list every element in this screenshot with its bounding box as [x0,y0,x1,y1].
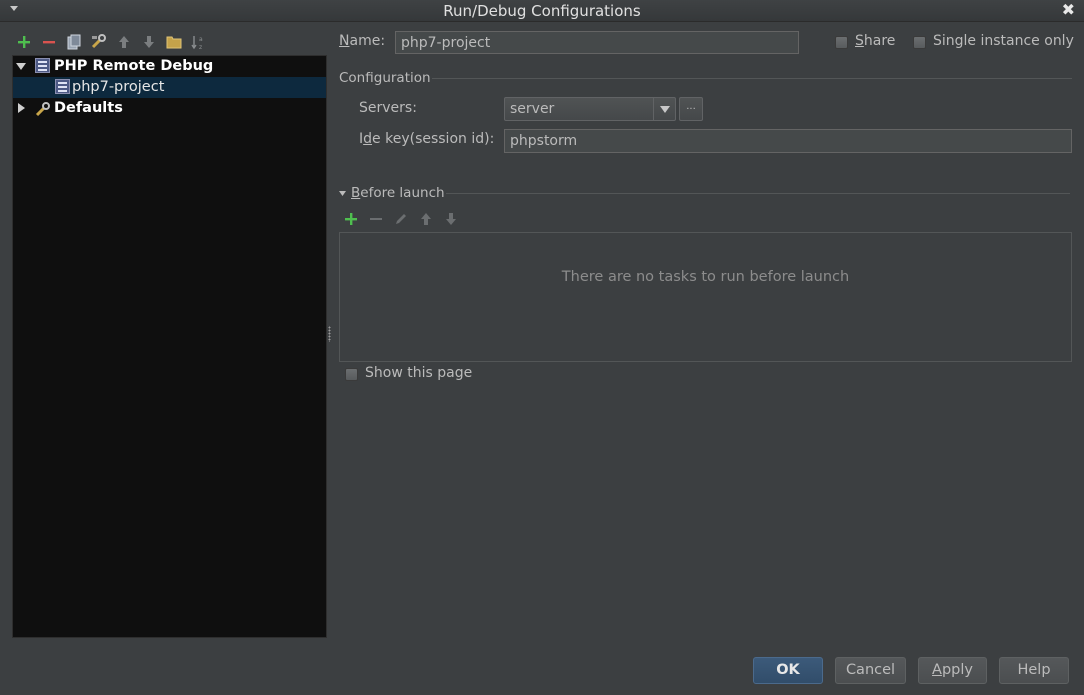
sort-alpha-icon[interactable]: az [190,33,208,51]
php-config-icon [55,79,70,94]
tree-item-label: php7-project [72,79,165,95]
wrench-icon [35,102,50,117]
share-checkbox[interactable] [835,36,848,49]
servers-value: server [510,101,555,117]
servers-label: Servers: [359,100,417,116]
tree-item-defaults[interactable]: Defaults [13,98,326,119]
tree-item-label: Defaults [54,100,123,116]
remove-icon[interactable] [40,33,58,51]
splitter-handle[interactable] [328,326,331,342]
edit-task-icon[interactable] [393,211,409,227]
name-label: Name: [339,33,386,49]
empty-task-message: There are no tasks to run before launch [561,269,850,285]
title-bar: Run/Debug Configurations ✖ [0,0,1084,22]
move-down-icon[interactable] [140,33,158,51]
tree-item-label: PHP Remote Debug [54,58,214,74]
share-label: Share [855,33,896,49]
ide-key-input[interactable] [504,129,1072,153]
tree-item-php-remote-debug[interactable]: PHP Remote Debug [13,56,326,77]
move-up-icon[interactable] [115,33,133,51]
expanded-icon[interactable] [16,63,26,70]
chevron-down-icon[interactable] [653,98,675,120]
edit-defaults-icon[interactable] [90,33,108,51]
apply-button[interactable]: Apply [918,657,987,684]
configuration-separator [432,78,1072,79]
folder-icon[interactable] [165,33,183,51]
name-input[interactable] [395,31,799,54]
before-launch-task-list[interactable]: There are no tasks to run before launch [339,232,1072,362]
servers-select[interactable]: server [504,97,676,121]
cancel-button[interactable]: Cancel [835,657,906,684]
svg-text:z: z [199,44,202,50]
configuration-header: Configuration [339,70,431,86]
close-icon[interactable]: ✖ [1062,1,1075,19]
window-title: Run/Debug Configurations [443,2,641,20]
show-page-checkbox[interactable] [345,368,358,381]
ok-button[interactable]: OK [753,657,823,684]
browse-servers-button[interactable]: ... [679,97,703,121]
move-task-down-icon[interactable] [443,211,459,227]
ide-key-label: Ide key(session id): [359,131,495,147]
copy-icon[interactable] [65,33,83,51]
collapse-icon[interactable] [339,190,347,198]
tree-item-php7-project[interactable]: php7-project [13,77,326,98]
before-launch-header[interactable]: Before launch [351,185,445,201]
remove-task-icon[interactable] [368,211,384,227]
php-remote-debug-icon [35,58,50,73]
add-icon[interactable] [15,33,33,51]
add-task-icon[interactable] [343,211,359,227]
collapsed-icon[interactable] [18,103,25,113]
configuration-tree[interactable]: PHP Remote Debug php7-project Defaults [12,55,327,638]
svg-text:a: a [199,36,203,43]
single-instance-label: Single instance only [933,33,1074,49]
help-button[interactable]: Help [999,657,1069,684]
single-instance-checkbox[interactable] [913,36,926,49]
before-launch-separator [446,193,1070,194]
show-page-label: Show this page [365,365,473,381]
move-task-up-icon[interactable] [418,211,434,227]
